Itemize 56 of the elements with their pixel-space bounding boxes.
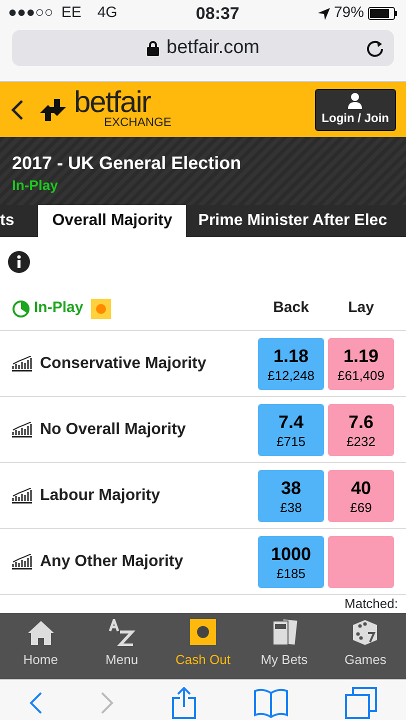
dice-icon [351,619,380,646]
nav-tab[interactable]: Menu [81,613,162,679]
in-play-status: In-Play [12,176,59,195]
matched-label: Matched: [344,595,399,613]
back-icon[interactable] [28,692,43,714]
address-bar[interactable]: betfair.com [12,30,394,66]
lay-price-button[interactable]: 7.6 £232 [328,404,394,456]
market-tab[interactable]: Prime Minister After Elec [186,205,400,237]
network-type: 4G [97,3,118,24]
in-play-label: In-Play [34,298,84,318]
chart-icon[interactable] [12,554,32,570]
nav-tab[interactable]: Cash Out [162,613,244,679]
logo-subtitle: EXCHANGE [104,116,172,129]
reload-icon[interactable] [366,39,384,57]
timer-icon [12,300,30,318]
runner-name: Labour Majority [40,486,160,506]
location-arrow-icon [318,8,330,20]
back-price-button[interactable]: 1.18 £12,248 [258,338,324,390]
carrier-name: EE [61,3,82,24]
back-column-header: Back [272,298,310,318]
clock-time: 08:37 [196,2,240,25]
market-tab[interactable]: Overall Majority [38,205,186,237]
login-button[interactable]: Login / Join [314,88,396,130]
lay-price-button[interactable]: 1.19 £61,409 [328,338,394,390]
info-icon [8,251,30,273]
chart-icon[interactable] [12,356,32,372]
share-icon[interactable] [170,687,197,719]
runner-name: No Overall Majority [40,420,186,440]
url-text: betfair.com [166,36,260,60]
user-icon [348,92,362,108]
battery-icon [368,7,398,20]
nav-tab[interactable]: Home [0,613,82,679]
a-z-icon [108,619,136,646]
chart-icon[interactable] [12,488,32,504]
lay-column-header: Lay [347,298,375,318]
tabs-icon[interactable] [345,687,378,719]
home-icon [26,619,55,646]
lock-icon [146,40,159,56]
logo-text: betfair [74,90,151,116]
back-chevron-icon[interactable] [10,98,24,120]
runner-name: Any Other Majority [40,552,184,572]
back-price-button[interactable]: 38 £38 [258,470,324,522]
lay-price-button[interactable]: 40 £69 [328,470,394,522]
market-tab[interactable]: ts [0,205,26,237]
runner-name: Conservative Majority [40,354,206,374]
nav-tab[interactable]: Games [324,613,406,679]
chart-icon[interactable] [12,422,32,438]
battery-percentage: 79% [334,3,364,24]
nav-tab[interactable]: My Bets [244,613,325,679]
back-price-button[interactable]: 1000 £185 [258,536,324,588]
event-title: 2017 - UK General Election [12,153,242,175]
signal-strength: ●●●○○ [8,3,54,24]
back-price-button[interactable]: 7.4 £715 [258,404,324,456]
coin-icon [189,619,217,646]
bookmarks-icon[interactable] [254,688,288,718]
cash-out-icon [91,298,112,318]
